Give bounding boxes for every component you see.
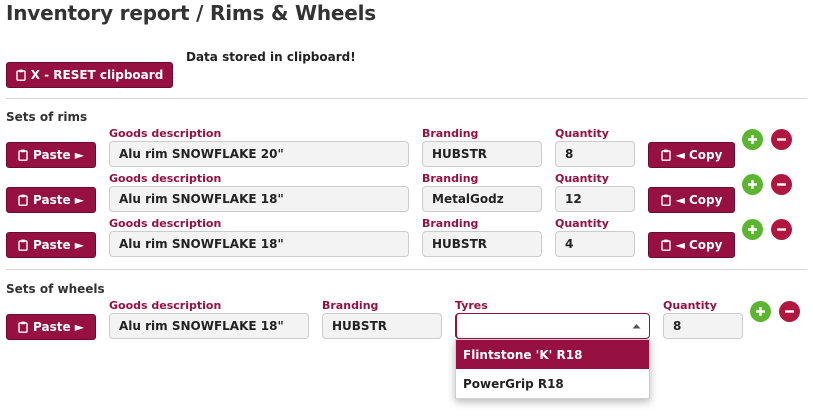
- tyres-label: Tyres: [455, 299, 488, 312]
- remove-row-button[interactable]: [771, 129, 792, 150]
- tyres-select[interactable]: [455, 313, 650, 339]
- clipboard-icon: [18, 239, 28, 251]
- minus-icon: [784, 302, 795, 321]
- quantity-input[interactable]: 8: [555, 141, 635, 167]
- plus-icon: [747, 220, 758, 239]
- quantity-label: Quantity: [663, 299, 717, 312]
- clipboard-icon: [18, 194, 28, 206]
- paste-label: Paste ►: [33, 238, 84, 252]
- goods-description-label: Goods description: [109, 127, 222, 140]
- goods-description-label: Goods description: [109, 299, 222, 312]
- remove-row-button[interactable]: [771, 174, 792, 195]
- clipboard-icon: [660, 194, 671, 206]
- reset-clipboard-label: X - RESET clipboard: [30, 68, 164, 82]
- add-row-button[interactable]: [742, 129, 763, 150]
- paste-label: Paste ►: [33, 193, 84, 207]
- quantity-input[interactable]: 8: [663, 313, 743, 339]
- remove-row-button[interactable]: [771, 219, 792, 240]
- paste-button[interactable]: Paste ►: [6, 232, 96, 258]
- quantity-input[interactable]: 4: [555, 231, 635, 257]
- quantity-label: Quantity: [555, 127, 609, 140]
- quantity-input[interactable]: 12: [555, 186, 635, 212]
- plus-icon: [755, 302, 766, 321]
- quantity-label: Quantity: [555, 172, 609, 185]
- copy-label: ◄ Copy: [675, 193, 723, 207]
- copy-button[interactable]: ◄ Copy: [648, 187, 735, 213]
- clipboard-icon: [15, 69, 26, 81]
- add-row-button[interactable]: [742, 219, 763, 240]
- branding-label: Branding: [322, 299, 379, 312]
- branding-label: Branding: [422, 127, 479, 140]
- copy-label: ◄ Copy: [675, 148, 723, 162]
- plus-icon: [747, 175, 758, 194]
- add-row-button[interactable]: [742, 174, 763, 195]
- minus-icon: [776, 130, 787, 149]
- branding-input[interactable]: MetalGodz: [422, 186, 542, 212]
- paste-button[interactable]: Paste ►: [6, 142, 96, 168]
- goods-description-input[interactable]: Alu rim SNOWFLAKE 20": [109, 141, 409, 167]
- clipboard-icon: [18, 149, 28, 161]
- paste-label: Paste ►: [33, 320, 84, 334]
- clipboard-icon: [660, 239, 671, 251]
- clipboard-icon: [18, 321, 28, 333]
- copy-label: ◄ Copy: [675, 238, 723, 252]
- branding-label: Branding: [422, 217, 479, 230]
- minus-icon: [776, 175, 787, 194]
- goods-description-input[interactable]: Alu rim SNOWFLAKE 18": [109, 186, 409, 212]
- plus-icon: [747, 130, 758, 149]
- copy-button[interactable]: ◄ Copy: [648, 232, 735, 258]
- paste-button[interactable]: Paste ►: [6, 314, 96, 340]
- clipboard-icon: [660, 149, 671, 161]
- paste-button[interactable]: Paste ►: [6, 187, 96, 213]
- reset-clipboard-button[interactable]: X - RESET clipboard: [6, 62, 173, 88]
- copy-button[interactable]: ◄ Copy: [648, 142, 735, 168]
- wheels-section-title: Sets of wheels: [6, 282, 105, 296]
- goods-description-input[interactable]: Alu rim SNOWFLAKE 18": [109, 313, 309, 339]
- goods-description-label: Goods description: [109, 172, 222, 185]
- tyre-option[interactable]: Flintstone 'K' R18: [456, 340, 649, 369]
- quantity-label: Quantity: [555, 217, 609, 230]
- paste-label: Paste ►: [33, 148, 84, 162]
- branding-input[interactable]: HUBSTR: [422, 141, 542, 167]
- divider: [6, 269, 807, 270]
- remove-row-button[interactable]: [779, 301, 800, 322]
- add-row-button[interactable]: [750, 301, 771, 322]
- divider: [6, 98, 807, 99]
- goods-description-input[interactable]: Alu rim SNOWFLAKE 18": [109, 231, 409, 257]
- branding-label: Branding: [422, 172, 479, 185]
- clipboard-status-text: Data stored in clipboard!: [186, 50, 356, 64]
- branding-input[interactable]: HUBSTR: [322, 313, 442, 339]
- page-title: Inventory report / Rims & Wheels: [6, 1, 376, 25]
- minus-icon: [776, 220, 787, 239]
- tyres-dropdown: Flintstone 'K' R18 PowerGrip R18: [455, 339, 650, 399]
- caret-up-icon[interactable]: [623, 314, 649, 338]
- tyre-option[interactable]: PowerGrip R18: [456, 369, 649, 398]
- branding-input[interactable]: HUBSTR: [422, 231, 542, 257]
- rims-section-title: Sets of rims: [6, 110, 88, 124]
- goods-description-label: Goods description: [109, 217, 222, 230]
